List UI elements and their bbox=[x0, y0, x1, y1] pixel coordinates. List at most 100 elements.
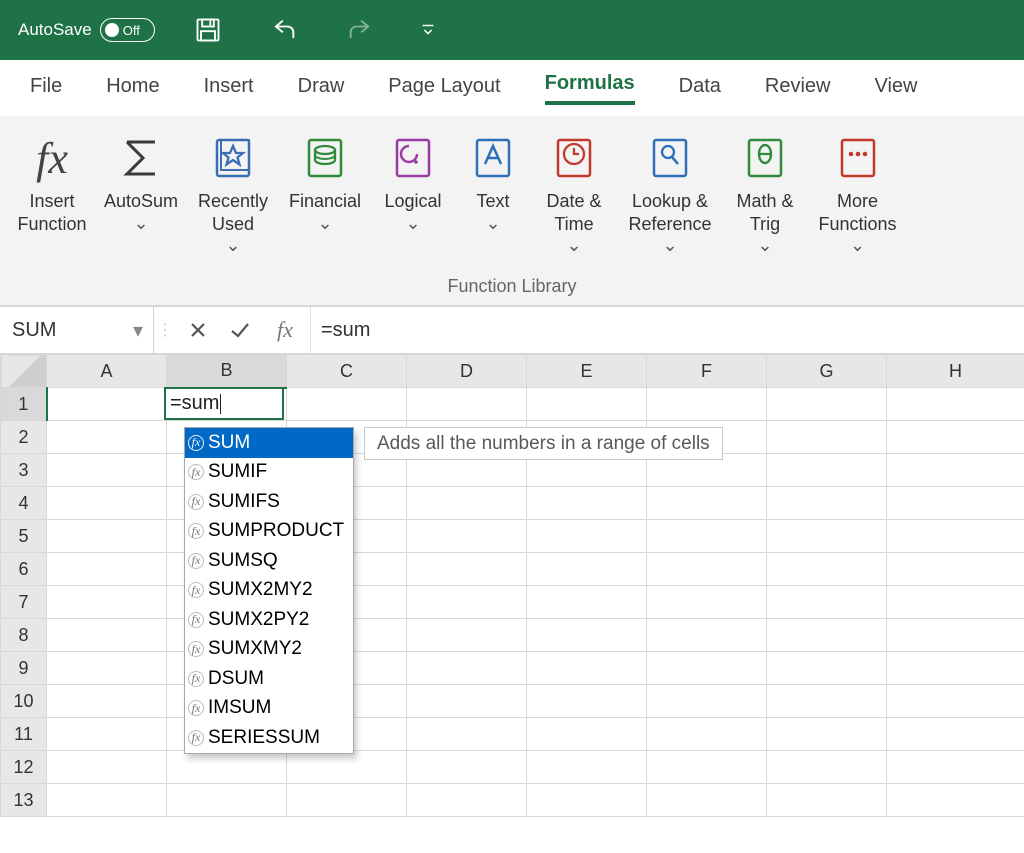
cell[interactable] bbox=[887, 652, 1024, 685]
cell[interactable] bbox=[47, 619, 167, 652]
cell-b1-editing[interactable]: =sum bbox=[164, 387, 284, 420]
row-header[interactable]: 2 bbox=[1, 421, 47, 454]
cell[interactable] bbox=[407, 586, 527, 619]
customize-qat-button[interactable] bbox=[413, 8, 443, 52]
cell[interactable] bbox=[887, 487, 1024, 520]
cell[interactable] bbox=[47, 421, 167, 454]
cell[interactable] bbox=[527, 619, 647, 652]
autocomplete-item[interactable]: fxSERIESSUM bbox=[185, 723, 353, 753]
autocomplete-item[interactable]: fxDSUM bbox=[185, 664, 353, 694]
cell[interactable] bbox=[167, 784, 287, 817]
row-header[interactable]: 9 bbox=[1, 652, 47, 685]
autocomplete-item[interactable]: fxSUM bbox=[185, 428, 353, 458]
tab-insert[interactable]: Insert bbox=[204, 75, 254, 102]
cell[interactable] bbox=[47, 388, 167, 421]
row-header[interactable]: 6 bbox=[1, 553, 47, 586]
cell[interactable] bbox=[767, 619, 887, 652]
cell[interactable] bbox=[407, 685, 527, 718]
cell[interactable] bbox=[527, 685, 647, 718]
cell[interactable] bbox=[527, 586, 647, 619]
cell[interactable] bbox=[47, 553, 167, 586]
cell[interactable] bbox=[527, 784, 647, 817]
cell[interactable] bbox=[527, 751, 647, 784]
col-header[interactable]: H bbox=[887, 355, 1024, 388]
row-header[interactable]: 3 bbox=[1, 454, 47, 487]
cell[interactable] bbox=[47, 685, 167, 718]
date-time-button[interactable]: Date & Time ⌄ bbox=[534, 124, 614, 264]
cell[interactable] bbox=[407, 652, 527, 685]
autosave-toggle[interactable]: Off bbox=[100, 18, 155, 42]
cell[interactable] bbox=[767, 421, 887, 454]
col-header[interactable]: D bbox=[407, 355, 527, 388]
cell[interactable] bbox=[407, 784, 527, 817]
col-header[interactable]: G bbox=[767, 355, 887, 388]
cell[interactable] bbox=[767, 553, 887, 586]
text-button[interactable]: Text ⌄ bbox=[458, 124, 528, 264]
formula-input[interactable]: =sum bbox=[310, 307, 1024, 353]
cell[interactable] bbox=[407, 487, 527, 520]
cell[interactable] bbox=[887, 718, 1024, 751]
cell[interactable] bbox=[527, 388, 647, 421]
cell[interactable] bbox=[767, 388, 887, 421]
cell[interactable] bbox=[407, 718, 527, 751]
cell[interactable] bbox=[527, 718, 647, 751]
undo-button[interactable] bbox=[261, 8, 307, 52]
cell[interactable] bbox=[527, 487, 647, 520]
cell[interactable] bbox=[767, 454, 887, 487]
cell[interactable] bbox=[47, 751, 167, 784]
cell[interactable] bbox=[167, 751, 287, 784]
math-trig-button[interactable]: Math & Trig ⌄ bbox=[726, 124, 804, 264]
cell[interactable] bbox=[47, 520, 167, 553]
row-header[interactable]: 10 bbox=[1, 685, 47, 718]
more-functions-button[interactable]: More Functions ⌄ bbox=[810, 124, 905, 264]
cell[interactable] bbox=[887, 553, 1024, 586]
col-header[interactable]: C bbox=[287, 355, 407, 388]
autocomplete-item[interactable]: fxSUMSQ bbox=[185, 546, 353, 576]
financial-button[interactable]: Financial ⌄ bbox=[282, 124, 368, 264]
tab-view[interactable]: View bbox=[874, 75, 917, 102]
autocomplete-item[interactable]: fxIMSUM bbox=[185, 694, 353, 724]
insert-function-button[interactable]: fx Insert Function bbox=[12, 124, 92, 264]
cell[interactable] bbox=[407, 520, 527, 553]
col-header[interactable]: F bbox=[647, 355, 767, 388]
cell[interactable] bbox=[47, 652, 167, 685]
cell[interactable] bbox=[887, 784, 1024, 817]
col-header[interactable]: E bbox=[527, 355, 647, 388]
cell[interactable] bbox=[767, 586, 887, 619]
cell[interactable] bbox=[647, 487, 767, 520]
cell[interactable] bbox=[287, 784, 407, 817]
cell[interactable] bbox=[287, 751, 407, 784]
cell[interactable] bbox=[887, 388, 1024, 421]
autocomplete-item[interactable]: fxSUMIFS bbox=[185, 487, 353, 517]
select-all-corner[interactable] bbox=[1, 355, 47, 388]
cell[interactable] bbox=[47, 784, 167, 817]
cell[interactable] bbox=[887, 619, 1024, 652]
autocomplete-item[interactable]: fxSUMPRODUCT bbox=[185, 517, 353, 547]
autocomplete-item[interactable]: fxSUMIF bbox=[185, 458, 353, 488]
col-header[interactable]: B bbox=[167, 355, 287, 388]
cell[interactable] bbox=[527, 652, 647, 685]
cell[interactable] bbox=[647, 586, 767, 619]
tab-review[interactable]: Review bbox=[765, 75, 831, 102]
cell[interactable] bbox=[887, 421, 1024, 454]
tab-home[interactable]: Home bbox=[106, 75, 159, 102]
cell[interactable] bbox=[767, 784, 887, 817]
row-header[interactable]: 8 bbox=[1, 619, 47, 652]
cell[interactable] bbox=[647, 553, 767, 586]
autosum-button[interactable]: AutoSum ⌄ bbox=[98, 124, 184, 264]
row-header[interactable]: 13 bbox=[1, 784, 47, 817]
cell[interactable] bbox=[47, 454, 167, 487]
cell[interactable] bbox=[887, 685, 1024, 718]
tab-file[interactable]: File bbox=[30, 75, 62, 102]
cell[interactable] bbox=[647, 751, 767, 784]
cell[interactable] bbox=[887, 586, 1024, 619]
logical-button[interactable]: Logical ⌄ bbox=[374, 124, 452, 264]
cell[interactable] bbox=[767, 718, 887, 751]
save-button[interactable] bbox=[185, 8, 231, 52]
recently-used-button[interactable]: Recently Used ⌄ bbox=[190, 124, 276, 264]
cell[interactable] bbox=[407, 553, 527, 586]
lookup-reference-button[interactable]: Lookup & Reference ⌄ bbox=[620, 124, 720, 264]
tab-formulas[interactable]: Formulas bbox=[545, 72, 635, 105]
tab-data[interactable]: Data bbox=[679, 75, 721, 102]
cell[interactable] bbox=[47, 718, 167, 751]
